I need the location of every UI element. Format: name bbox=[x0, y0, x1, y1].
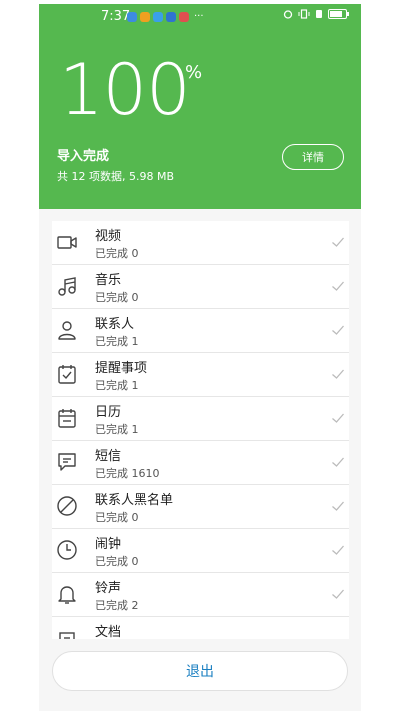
clock-icon bbox=[56, 539, 78, 561]
item-label: 联系人 bbox=[95, 317, 135, 332]
import-status-title: 导入完成 bbox=[57, 149, 110, 164]
contact-icon bbox=[56, 319, 78, 341]
progress-percent: 100 bbox=[59, 49, 191, 131]
item-status: 已完成 0 bbox=[95, 247, 139, 260]
percent-sign: % bbox=[185, 62, 203, 83]
item-status: 已完成 1610 bbox=[95, 467, 160, 480]
list-item-blocklist[interactable]: 联系人黑名单 已完成 0 bbox=[52, 485, 349, 529]
alarm-status-icon bbox=[283, 10, 293, 19]
calendar-icon bbox=[56, 407, 78, 429]
item-status: 已完成 0 bbox=[95, 555, 139, 568]
check-icon bbox=[332, 281, 344, 291]
list-item-ringtone[interactable]: 铃声 已完成 2 bbox=[52, 573, 349, 617]
music-icon bbox=[56, 275, 78, 297]
item-status: 已完成 1 bbox=[95, 335, 139, 348]
more-notifications-icon: ··· bbox=[194, 11, 204, 22]
list-item-music[interactable]: 音乐 已完成 0 bbox=[52, 265, 349, 309]
list-item-contacts[interactable]: 联系人 已完成 1 bbox=[52, 309, 349, 353]
list-item-messages[interactable]: 短信 已完成 1610 bbox=[52, 441, 349, 485]
check-icon bbox=[332, 501, 344, 511]
phone-screen: 7:37 ··· 100 % 导入完成 共 12 项数据, 5.98 MB 详情 bbox=[39, 4, 361, 711]
check-icon bbox=[332, 237, 344, 247]
check-icon bbox=[332, 325, 344, 335]
list-item-reminders[interactable]: 提醒事项 已完成 1 bbox=[52, 353, 349, 397]
battery-icon bbox=[328, 9, 349, 19]
item-label: 短信 bbox=[95, 449, 122, 464]
app-notification-icon bbox=[127, 11, 137, 22]
status-time: 7:37 bbox=[101, 9, 131, 24]
item-label: 文档 bbox=[95, 625, 122, 639]
sim-icon bbox=[316, 10, 322, 18]
document-icon bbox=[56, 627, 78, 639]
message-icon bbox=[56, 451, 78, 473]
blocked-icon bbox=[56, 495, 78, 517]
import-summary-text: 共 12 项数据, 5.98 MB bbox=[57, 170, 175, 183]
reminder-icon bbox=[56, 363, 78, 385]
item-label: 闹钟 bbox=[95, 537, 122, 552]
notification-icons: ··· bbox=[127, 11, 204, 22]
check-icon bbox=[332, 369, 344, 379]
vibrate-icon bbox=[298, 9, 310, 19]
status-bar: 7:37 ··· bbox=[39, 4, 361, 28]
check-icon bbox=[332, 545, 344, 555]
list-item-calendar[interactable]: 日历 已完成 1 bbox=[52, 397, 349, 441]
app-notification-icon bbox=[140, 11, 150, 22]
import-summary-header: 7:37 ··· 100 % 导入完成 共 12 项数据, 5.98 MB 详情 bbox=[39, 4, 361, 209]
item-status: 已完成 2 bbox=[95, 599, 139, 612]
wifi-app-icon bbox=[153, 11, 163, 22]
details-button[interactable]: 详情 bbox=[282, 144, 344, 170]
bell-icon bbox=[56, 583, 78, 605]
item-status: 已完成 0 bbox=[95, 291, 139, 304]
item-status: 已完成 0 bbox=[95, 511, 139, 524]
item-status: 已完成 1 bbox=[95, 379, 139, 392]
item-label: 铃声 bbox=[95, 581, 122, 596]
item-label: 视频 bbox=[95, 229, 122, 244]
list-item-alarm[interactable]: 闹钟 已完成 0 bbox=[52, 529, 349, 573]
item-label: 音乐 bbox=[95, 273, 122, 288]
check-icon bbox=[332, 413, 344, 423]
list-item-documents[interactable]: 文档 bbox=[52, 617, 349, 639]
item-status: 已完成 1 bbox=[95, 423, 139, 436]
exit-button[interactable]: 退出 bbox=[52, 651, 348, 691]
item-label: 联系人黑名单 bbox=[95, 493, 174, 508]
app-notification-icon bbox=[179, 11, 189, 22]
app-notification-icon bbox=[166, 11, 176, 22]
video-icon bbox=[56, 231, 78, 253]
list-item-video[interactable]: 视频 已完成 0 bbox=[52, 221, 349, 265]
item-label: 日历 bbox=[95, 405, 122, 420]
system-status-icons bbox=[283, 9, 349, 19]
item-label: 提醒事项 bbox=[95, 361, 148, 376]
check-icon bbox=[332, 589, 344, 599]
import-item-list[interactable]: 视频 已完成 0 音乐 已完成 0 联系人 已完成 1 提醒事项 已完成 1 日… bbox=[39, 209, 361, 639]
check-icon bbox=[332, 457, 344, 467]
